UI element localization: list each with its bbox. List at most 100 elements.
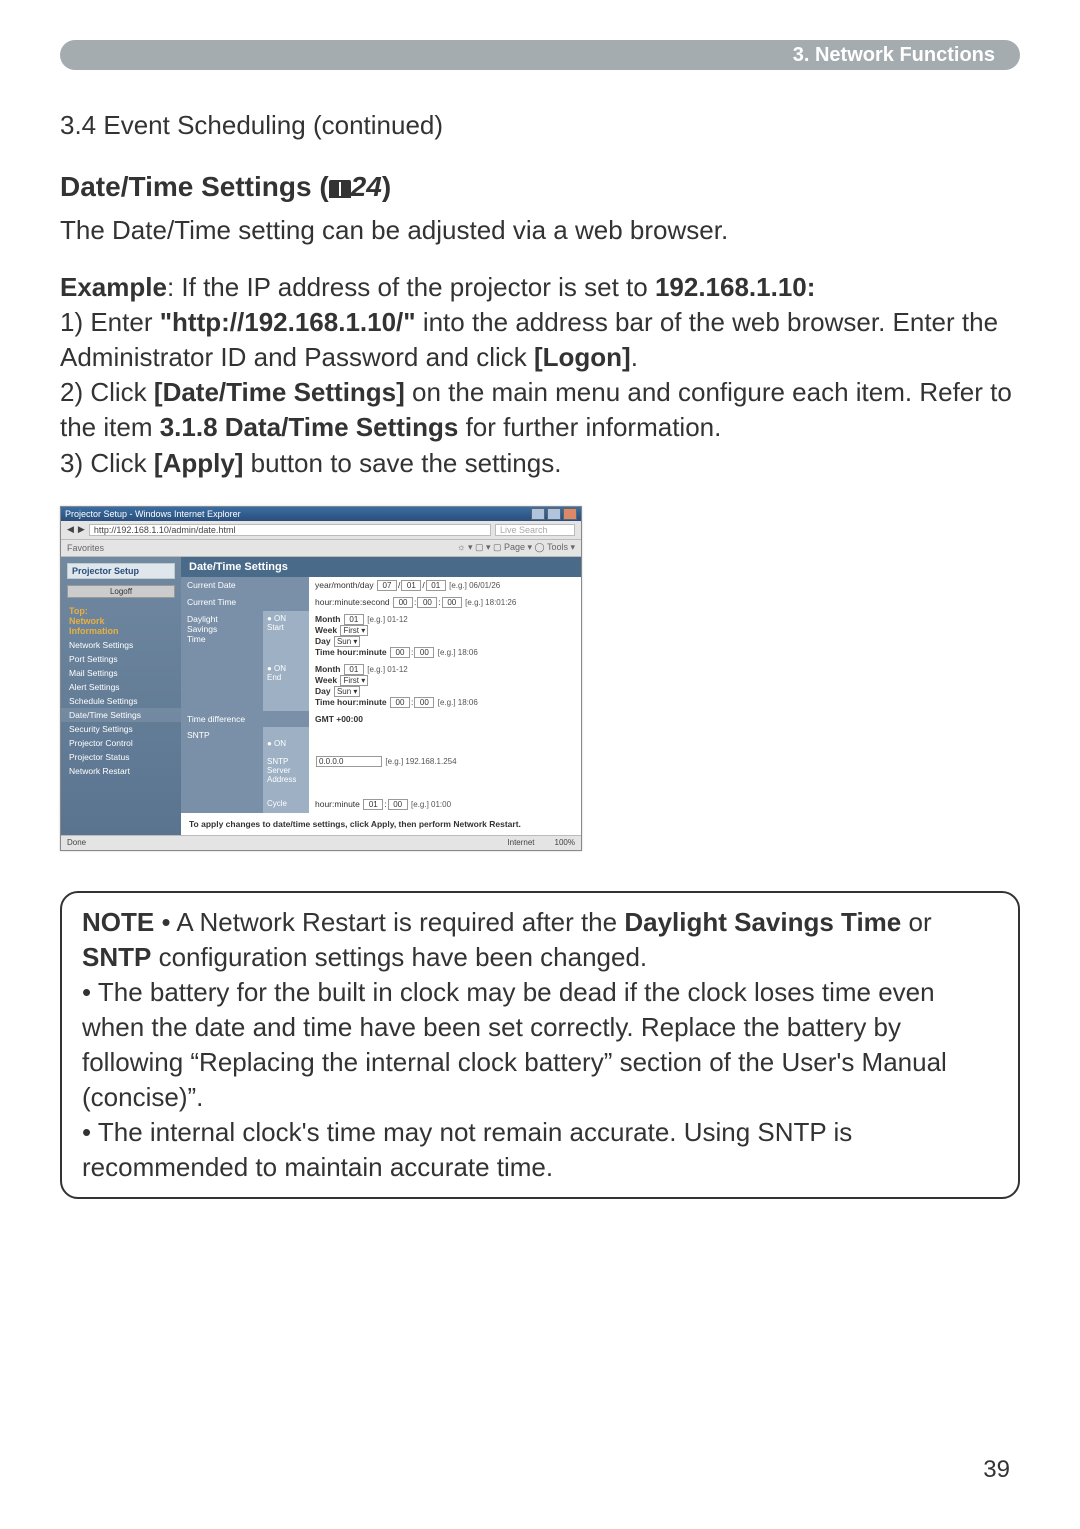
timediff-gmt[interactable]: GMT +00:00 [315,714,363,724]
dst-on-radio2[interactable]: ● ON [267,664,305,673]
step2-a: 2) Click [60,377,154,407]
sntp-cycle-mm[interactable]: 00 [388,799,408,810]
sidebar-item-mail-settings[interactable]: Mail Settings [61,666,181,680]
step-2: 2) Click [Date/Time Settings] on the mai… [60,375,1020,445]
browser-window: Projector Setup - Windows Internet Explo… [60,506,582,851]
nav-fwd-icon[interactable]: ▶ [78,524,85,535]
current-time-eg: [e.g.] 18:01:26 [465,598,516,607]
sntp-addr-eg: [e.g.] 192.168.1.254 [385,757,456,766]
note-box: NOTE • A Network Restart is required aft… [60,891,1020,1200]
dst-end-month[interactable]: 01 [344,664,364,675]
maximize-icon[interactable] [547,508,561,520]
note-l2: • The battery for the built in clock may… [82,977,947,1112]
step3-a: 3) Click [60,448,154,478]
settings-table: Current Date year/month/day 07/01/01 [e.… [181,577,581,813]
step3-btn: [Apply] [154,448,244,478]
row-timediff: Time difference GMT +00:00 [181,711,581,727]
window-title: Projector Setup - Windows Internet Explo… [65,509,241,519]
step3-b: button to save the settings. [243,448,561,478]
dst-label: Daylight Savings Time [181,611,263,711]
sntp-cycle-l: Cycle [263,796,309,813]
dst-end-week[interactable]: First ▾ [340,675,368,686]
dst-start-label: Start [267,623,305,632]
date-year[interactable]: 07 [377,580,397,591]
sidebar-item-network-settings[interactable]: Network Settings [61,638,181,652]
book-icon [329,180,351,198]
address-bar[interactable]: http://192.168.1.10/admin/date.html [89,524,491,536]
dst-end-day[interactable]: Sun ▾ [334,686,360,697]
apply-instruction: To apply changes to date/time settings, … [181,813,581,835]
time-sec[interactable]: 00 [442,597,462,608]
dst-end-label: End [267,673,305,682]
subsection-title: Date/Time Settings (24) [60,171,1020,203]
current-time-hint: hour:minute:second [315,597,390,607]
status-bar: Done Internet 100% [61,835,581,850]
step1-a: 1) Enter [60,307,160,337]
time-min[interactable]: 00 [417,597,437,608]
dst-start-month-eg: [e.g.] 01-12 [367,615,407,624]
current-date-eg: [e.g.] 06/01/26 [449,581,500,590]
dst-start-day[interactable]: Sun ▾ [334,636,360,647]
logoff-button[interactable]: Logoff [67,585,175,598]
date-day[interactable]: 01 [426,580,446,591]
row-sntp: SNTP ● ON SNTP Server Address 0.0.0.0 [e… [181,727,581,796]
sidebar-item-security-settings[interactable]: Security Settings [61,722,181,736]
subsection-suffix: ) [382,171,391,202]
sidebar-item-alert-settings[interactable]: Alert Settings [61,680,181,694]
dst-start-mm[interactable]: 00 [414,647,434,658]
sidebar-item-network-restart[interactable]: Network Restart [61,764,181,778]
main-panel: Date/Time Settings Current Date year/mon… [181,557,581,835]
sidebar-item-projector-status[interactable]: Projector Status [61,750,181,764]
dst-start-week[interactable]: First ▾ [340,625,368,636]
dst-start-hh[interactable]: 00 [390,647,410,658]
step-3: 3) Click [Apply] button to save the sett… [60,446,1020,481]
date-month[interactable]: 01 [401,580,421,591]
nav-back-icon[interactable]: ◀ [67,524,74,535]
sidebar: Projector Setup Logoff Top: Network Info… [61,557,181,835]
search-box[interactable]: Live Search [495,524,575,536]
sidebar-item-port-settings[interactable]: Port Settings [61,652,181,666]
dst-on-radio[interactable]: ● ON [267,614,305,623]
step-1: 1) Enter "http://192.168.1.10/" into the… [60,305,1020,375]
sidebar-item-datetime-settings[interactable]: Date/Time Settings [61,708,181,722]
brand-label: Projector Setup [67,563,175,579]
sidebar-group-top: Top: Network Information [61,604,181,638]
note-l3: • The internal clock's time may not rema… [82,1117,852,1182]
dst-end-week-l: Week [315,675,337,685]
close-icon[interactable] [563,508,577,520]
sntp-on-radio[interactable]: ● ON [267,739,305,748]
dst-end-hh[interactable]: 00 [390,697,410,708]
page-number: 39 [983,1456,1010,1484]
row-current-date: Current Date year/month/day 07/01/01 [e.… [181,577,581,594]
step2-btn: [Date/Time Settings] [154,377,405,407]
note-l1c: or [901,907,931,937]
favorites-label[interactable]: Favorites [67,543,104,553]
row-current-time: Current Time hour:minute:second 00:00:00… [181,594,581,611]
dst-start-week-l: Week [315,625,337,635]
dst-end-mm[interactable]: 00 [414,697,434,708]
sntp-cycle-hint: hour:minute [315,799,360,809]
browser-toolbar2: Favorites ☼ ▾ ▢ ▾ ▢ Page ▾ ◯ Tools ▾ [61,540,581,557]
minimize-icon[interactable] [531,508,545,520]
tools-right[interactable]: ☼ ▾ ▢ ▾ ▢ Page ▾ ◯ Tools ▾ [457,542,575,553]
note-label: NOTE [82,907,154,937]
dst-start-month[interactable]: 01 [344,614,364,625]
dst-start-time-eg: [e.g.] 18:06 [438,648,478,657]
status-left: Done [67,838,86,847]
chapter-title: 3. Network Functions [793,44,995,67]
sidebar-item-projector-control[interactable]: Projector Control [61,736,181,750]
window-controls [531,508,577,520]
step2-c: for further information. [458,412,721,442]
dst-start-month-l: Month [315,614,341,624]
sntp-addr[interactable]: 0.0.0.0 [316,756,382,767]
window-titlebar: Projector Setup - Windows Internet Explo… [61,507,581,521]
time-hour[interactable]: 00 [393,597,413,608]
sntp-label: SNTP [181,727,263,813]
step1-url: "http://192.168.1.10/" [160,307,416,337]
sntp-addr-l: SNTP Server Address [267,757,305,784]
note-dst: Daylight Savings Time [624,907,901,937]
note-l1e: configuration settings have been changed… [151,942,647,972]
sidebar-item-schedule-settings[interactable]: Schedule Settings [61,694,181,708]
sntp-cycle-hh[interactable]: 01 [363,799,383,810]
status-zone: Internet [507,838,534,847]
